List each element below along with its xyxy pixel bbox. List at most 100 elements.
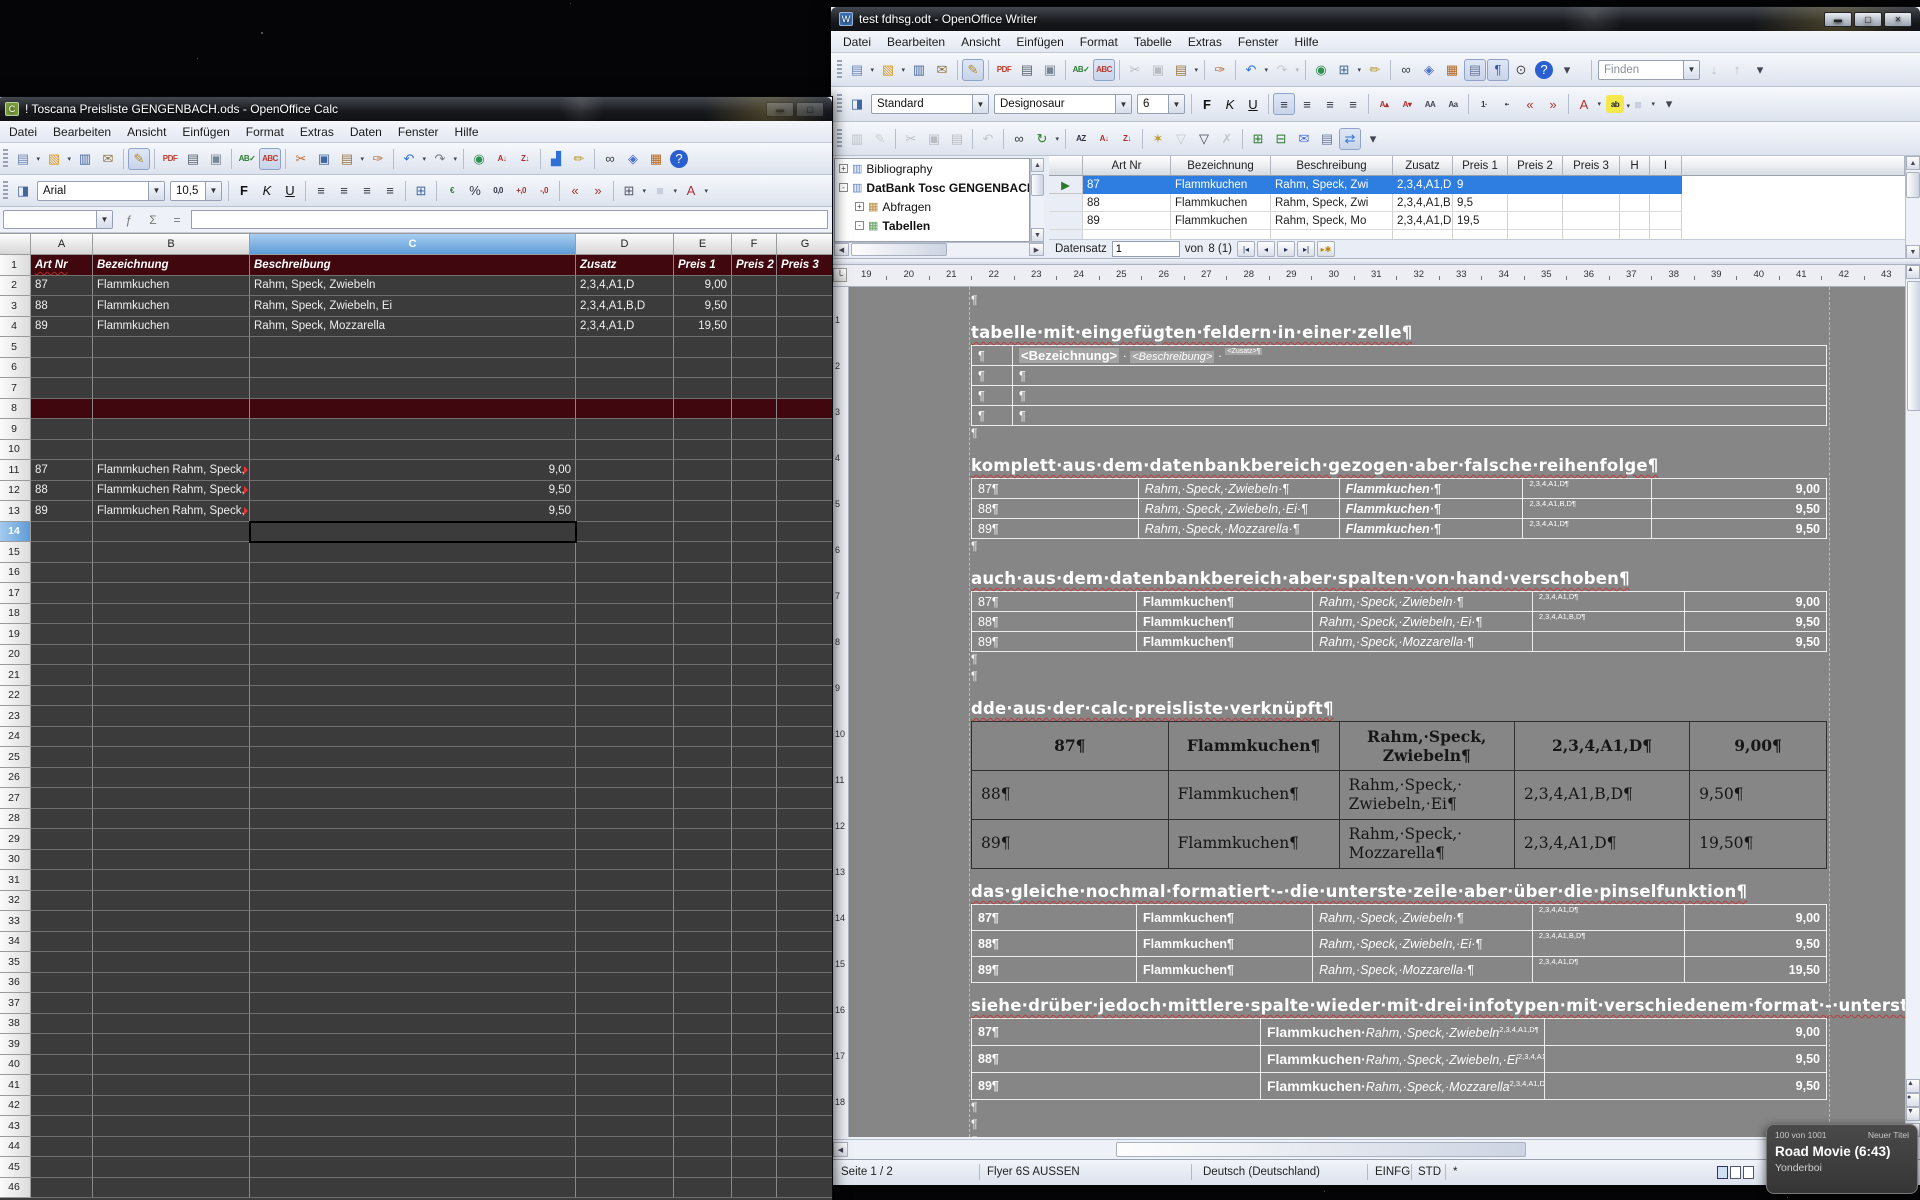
cell-G22[interactable] [777, 686, 832, 707]
cell-F10[interactable] [732, 440, 777, 461]
maximize-button[interactable]: ▢ [1854, 12, 1882, 27]
cell-B3[interactable]: Flammkuchen [93, 296, 250, 317]
cell-E11[interactable] [674, 460, 732, 481]
grid-cell[interactable] [1563, 212, 1620, 230]
cell-E17[interactable] [674, 583, 732, 604]
underline-icon[interactable]: U [1242, 93, 1264, 115]
calc-menu-bearbeiten[interactable]: Bearbeiten [45, 122, 119, 142]
row-selector[interactable] [1049, 194, 1083, 212]
grid-cell[interactable]: 88 [1083, 194, 1171, 212]
cell-C1[interactable]: Beschreibung [250, 255, 576, 276]
single-page-view-icon[interactable] [1717, 1166, 1728, 1179]
cell-E46[interactable] [674, 1178, 732, 1199]
cell-G26[interactable] [777, 768, 832, 789]
cell-E34[interactable] [674, 932, 732, 953]
cell-G2[interactable] [777, 276, 832, 297]
cell-C15[interactable] [250, 542, 576, 563]
doc-table-cell[interactable]: 9,00¶ [1690, 722, 1827, 771]
doc-table-cell[interactable]: ¶ [972, 386, 1013, 406]
cell-A39[interactable] [31, 1034, 93, 1055]
doc-table-cell[interactable]: Rahm,·Speck,·Zwiebeln,·Ei·¶ [1313, 931, 1533, 957]
cell-G38[interactable] [777, 1014, 832, 1035]
calc-menu-daten[interactable]: Daten [342, 122, 390, 142]
cell-G9[interactable] [777, 419, 832, 440]
cell-A27[interactable] [31, 788, 93, 809]
calc-menu-einfügen[interactable]: Einfügen [174, 122, 237, 142]
grid-cell[interactable] [1650, 212, 1682, 230]
writer-menu-einfügen[interactable]: Einfügen [1008, 32, 1071, 52]
align-justify-icon[interactable]: ≡ [1342, 93, 1364, 115]
cell-A29[interactable] [31, 829, 93, 850]
sort-ascending-icon[interactable]: A↓ [491, 148, 513, 170]
cell-F28[interactable] [732, 809, 777, 830]
borders-icon[interactable]: ⊞▾ [618, 180, 640, 202]
grid-column-header-zusatz[interactable]: Zusatz [1393, 156, 1453, 176]
doc-heading[interactable]: siehe·drüber·jedoch·mittlere·spalte·wied… [971, 996, 1827, 1015]
delete-decimal-icon[interactable]: -,0 [533, 180, 555, 202]
next-page-icon[interactable]: ▼ [1906, 1107, 1920, 1121]
row-header-13[interactable]: 13 [0, 501, 31, 522]
cell-C17[interactable] [250, 583, 576, 604]
doc-table-cell[interactable]: Rahm,·Speck,· Mozzarella¶ [1339, 820, 1514, 869]
writer-menu-format[interactable]: Format [1072, 32, 1126, 52]
sum-icon[interactable]: Σ [143, 211, 163, 229]
save-icon[interactable]: ▥ [74, 148, 96, 170]
cell-D37[interactable] [576, 993, 674, 1014]
cell-G42[interactable] [777, 1096, 832, 1117]
doc-table-cell[interactable]: 9,50 [1544, 1073, 1826, 1100]
cell-E32[interactable] [674, 891, 732, 912]
calc-menu-fenster[interactable]: Fenster [390, 122, 447, 142]
cell-G4[interactable] [777, 317, 832, 338]
print-icon[interactable]: ▤ [1016, 59, 1038, 81]
cell-G16[interactable] [777, 563, 832, 584]
data-to-fields-icon[interactable]: ⊞ [1247, 128, 1269, 150]
cell-E8[interactable] [674, 399, 732, 420]
row-header-16[interactable]: 16 [0, 563, 31, 584]
refresh-icon[interactable]: ↻▾ [1031, 128, 1053, 150]
format-paintbrush-icon[interactable]: ✑ [367, 148, 389, 170]
cell-A44[interactable] [31, 1137, 93, 1158]
cell-A26[interactable] [31, 768, 93, 789]
cell-C38[interactable] [250, 1014, 576, 1035]
chart-icon[interactable]: ▟ [545, 148, 567, 170]
toolbar-overflow-icon[interactable]: ▾ [1556, 59, 1578, 81]
data-source-tree[interactable]: +▥Bibliography-▥DatBank Tosc GENGENBACH+… [834, 158, 1030, 242]
doc-table[interactable]: 87¶Flammkuchen·Rahm,·Speck,·Zwiebeln2,3,… [971, 1018, 1827, 1100]
cell-E15[interactable] [674, 542, 732, 563]
tree-horizontal-scrollbar[interactable]: ◀ ▶ [834, 242, 1044, 256]
cell-D3[interactable]: 2,3,4,A1,B,D [576, 296, 674, 317]
grid-cell[interactable]: 9,5 [1453, 194, 1508, 212]
decrease-indent-icon[interactable]: « [1519, 93, 1541, 115]
writer-menu-datei[interactable]: Datei [835, 32, 879, 52]
cell-D6[interactable] [576, 358, 674, 379]
cell-B43[interactable] [93, 1116, 250, 1137]
cell-D31[interactable] [576, 870, 674, 891]
cell-G11[interactable] [777, 460, 832, 481]
cell-A22[interactable] [31, 686, 93, 707]
bold-icon[interactable]: F [1196, 93, 1218, 115]
shrink-font-icon[interactable]: A▾ [1396, 93, 1418, 115]
row-header-6[interactable]: 6 [0, 358, 31, 379]
increase-indent-icon[interactable]: » [1542, 93, 1564, 115]
doc-table-cell[interactable]: Flammkuchen¶ [1137, 592, 1313, 612]
cell-F43[interactable] [732, 1116, 777, 1137]
doc-table-cell[interactable]: Rahm,·Speck,·Zwiebeln·¶ [1313, 592, 1533, 612]
cell-D45[interactable] [576, 1157, 674, 1178]
horizontal-ruler[interactable]: └ 19202122232425262728293031323334353637… [831, 265, 1905, 287]
dropdown-arrow-icon[interactable]: ▼ [1115, 95, 1131, 113]
calc-menu-extras[interactable]: Extras [292, 122, 342, 142]
cell-D12[interactable] [576, 481, 674, 502]
cell-E2[interactable]: 9,00 [674, 276, 732, 297]
cell-C46[interactable] [250, 1178, 576, 1199]
doc-table-cell[interactable]: Rahm,·Speck,·Zwiebeln·¶ [1138, 479, 1339, 499]
cell-C6[interactable] [250, 358, 576, 379]
cell-F8[interactable] [732, 399, 777, 420]
music-notification-popup[interactable]: 100 von 1001 Neuer Titel Road Movie (6:4… [1766, 1124, 1918, 1194]
cell-G40[interactable] [777, 1055, 832, 1076]
cell-A4[interactable]: 89 [31, 317, 93, 338]
new-record-icon[interactable]: ▸✱ [1317, 241, 1335, 257]
data-sources-icon[interactable]: ▤ [1464, 59, 1486, 81]
tab-stop-selector[interactable]: └ [833, 268, 847, 282]
tree-vertical-scrollbar[interactable]: ▲ ▼ [1030, 158, 1044, 242]
cell-B44[interactable] [93, 1137, 250, 1158]
